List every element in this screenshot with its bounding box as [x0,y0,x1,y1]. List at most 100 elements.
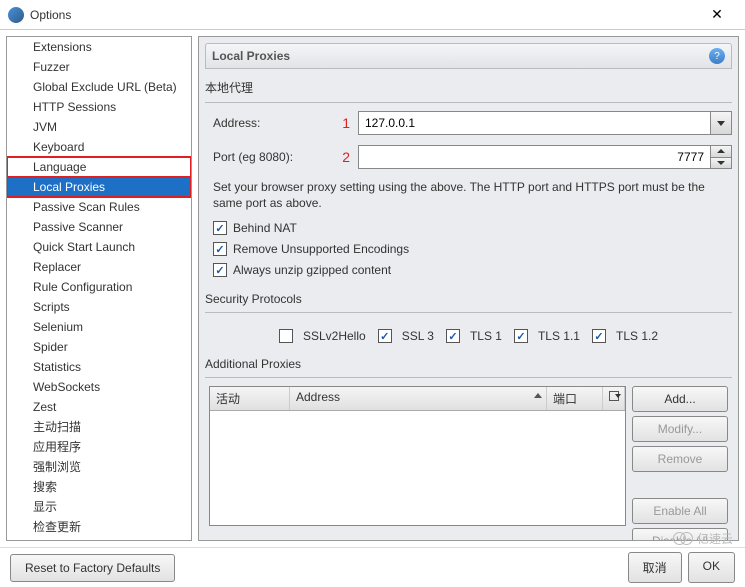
close-icon: ✕ [711,6,723,23]
sidebar-item-zest[interactable]: Zest [7,397,191,417]
window-title: Options [30,8,697,22]
table-col-active[interactable]: 活动 [210,387,290,410]
sidebar-item-local-proxies[interactable]: Local Proxies [7,177,191,197]
table-col-port[interactable]: 端口 [547,387,603,410]
checkbox-label[interactable]: Always unzip gzipped content [233,263,391,277]
sidebar-item-statistics[interactable]: Statistics [7,357,191,377]
address-dropdown-button[interactable] [710,111,732,135]
col-address-label: Address [296,390,340,404]
protocol-label[interactable]: TLS 1 [470,329,502,343]
chevron-down-icon [717,121,725,126]
local-proxy-section-label: 本地代理 [205,77,732,102]
modify-button[interactable]: Modify... [632,416,728,442]
annotation-2: 2 [328,149,358,165]
checkbox[interactable] [213,263,227,277]
table-col-picker[interactable] [603,387,625,410]
sidebar-item-fuzzer[interactable]: Fuzzer [7,57,191,77]
sidebar-item--[interactable]: 强制浏览 [7,457,191,477]
spinner-up-button[interactable] [711,146,731,158]
sidebar-item--[interactable]: 主动扫描 [7,417,191,437]
chevron-up-icon [717,149,725,153]
checkbox[interactable] [514,329,528,343]
panel-title: Local Proxies [212,49,709,63]
proxies-table[interactable]: 活动 Address 端口 [209,386,626,526]
checkbox-row: Remove Unsupported Encodings [205,240,732,258]
spinner-down-button[interactable] [711,158,731,169]
checkbox[interactable] [279,329,293,343]
protocol-item: TLS 1.2 [592,329,658,343]
checkbox[interactable] [213,242,227,256]
spinner-buttons [710,145,732,169]
table-col-address[interactable]: Address [290,387,547,410]
checkbox[interactable] [213,221,227,235]
help-icon[interactable]: ? [709,48,725,64]
sidebar-item-extensions[interactable]: Extensions [7,37,191,57]
ok-button[interactable]: OK [688,552,735,583]
sidebar-item--[interactable]: 被动扫描 [7,537,191,541]
proxy-note: Set your browser proxy setting using the… [205,179,732,219]
sidebar-item-http-sessions[interactable]: HTTP Sessions [7,97,191,117]
column-picker-icon [609,391,619,401]
address-input[interactable] [358,111,710,135]
port-spinner[interactable] [358,145,732,169]
checkbox[interactable] [378,329,392,343]
divider [205,377,732,378]
enable-all-button[interactable]: Enable All [632,498,728,524]
sidebar-item--[interactable]: 搜索 [7,477,191,497]
options-sidebar[interactable]: ExtensionsFuzzerGlobal Exclude URL (Beta… [6,36,192,541]
reset-button[interactable]: Reset to Factory Defaults [10,554,175,582]
sidebar-item-websockets[interactable]: WebSockets [7,377,191,397]
checkbox[interactable] [592,329,606,343]
sidebar-item-keyboard[interactable]: Keyboard [7,137,191,157]
protocol-label[interactable]: TLS 1.1 [538,329,580,343]
sidebar-item-passive-scanner[interactable]: Passive Scanner [7,217,191,237]
panel-header: Local Proxies ? [205,43,732,69]
address-combo[interactable] [358,111,732,135]
sidebar-item-scripts[interactable]: Scripts [7,297,191,317]
cancel-button[interactable]: 取消 [628,552,682,583]
checkbox-row: Always unzip gzipped content [205,261,732,279]
checkbox-row: Behind NAT [205,219,732,237]
sidebar-item--[interactable]: 显示 [7,497,191,517]
sidebar-item--[interactable]: 应用程序 [7,437,191,457]
sidebar-item-rule-configuration[interactable]: Rule Configuration [7,277,191,297]
chevron-down-icon [717,161,725,165]
content-panel: Local Proxies ? 本地代理 Address: 1 Port (eg… [198,36,739,541]
address-label: Address: [213,116,328,130]
checkbox-group: Behind NAT Remove Unsupported Encodings Al… [205,219,732,279]
disable-all-button[interactable]: Disable All [632,528,728,541]
protocol-item: SSLv2Hello [279,329,366,343]
protocol-item: TLS 1 [446,329,502,343]
sidebar-item--[interactable]: 检查更新 [7,517,191,537]
checkbox-label[interactable]: Behind NAT [233,221,297,235]
sidebar-item-replacer[interactable]: Replacer [7,257,191,277]
checkbox-label[interactable]: Remove Unsupported Encodings [233,242,409,256]
remove-button[interactable]: Remove [632,446,728,472]
add-button[interactable]: Add... [632,386,728,412]
main-area: ExtensionsFuzzerGlobal Exclude URL (Beta… [0,30,745,547]
protocol-label[interactable]: SSLv2Hello [303,329,366,343]
protocol-label[interactable]: SSL 3 [402,329,434,343]
protocol-item: TLS 1.1 [514,329,580,343]
divider [205,102,732,103]
sidebar-item-passive-scan-rules[interactable]: Passive Scan Rules [7,197,191,217]
titlebar: Options ✕ [0,0,745,30]
sidebar-item-jvm[interactable]: JVM [7,117,191,137]
sidebar-item-language[interactable]: Language [7,157,191,177]
sort-asc-icon [534,393,542,398]
sidebar-item-quick-start-launch[interactable]: Quick Start Launch [7,237,191,257]
annotation-1: 1 [328,115,358,131]
sidebar-item-spider[interactable]: Spider [7,337,191,357]
sidebar-item-selenium[interactable]: Selenium [7,317,191,337]
checkbox[interactable] [446,329,460,343]
protocol-label[interactable]: TLS 1.2 [616,329,658,343]
protocol-row: SSLv2Hello SSL 3 TLS 1 TLS 1.1 TLS 1.2 [205,321,732,351]
close-button[interactable]: ✕ [697,1,737,29]
sidebar-item-global-exclude-url-beta-[interactable]: Global Exclude URL (Beta) [7,77,191,97]
port-input[interactable] [358,145,710,169]
table-button-column: Add... Modify... Remove Enable All Disab… [632,386,728,541]
port-row: Port (eg 8080): 2 [205,145,732,169]
divider [205,312,732,313]
security-section-label: Security Protocols [205,290,732,312]
footer: Reset to Factory Defaults 取消 OK [0,547,745,587]
